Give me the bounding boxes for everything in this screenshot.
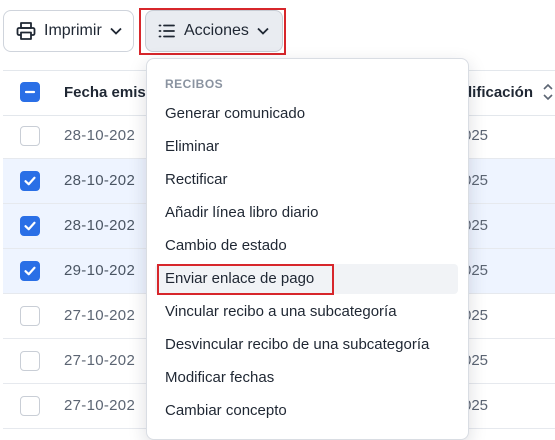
print-button-label: Imprimir: [44, 22, 102, 39]
menu-item[interactable]: Añadir línea libro diario: [155, 198, 458, 228]
cell-date: 28-10-202: [64, 127, 136, 144]
row-checkbox[interactable]: [20, 216, 40, 236]
actions-button-label: Acciones: [184, 22, 249, 39]
cell-date: 28-10-202: [64, 217, 136, 234]
cell-date: 27-10-202: [64, 397, 136, 414]
menu-item[interactable]: Eliminar: [155, 132, 458, 162]
section-label-receipts: RECIBOS: [165, 77, 224, 91]
list-icon: [158, 23, 176, 39]
row-checkbox[interactable]: [20, 171, 40, 191]
chevron-down-icon: [110, 27, 122, 35]
row-checkbox[interactable]: [20, 261, 40, 281]
menu-item[interactable]: Vincular recibo a una subcategoría: [155, 297, 458, 327]
printer-icon: [16, 22, 36, 40]
row-checkbox[interactable]: [20, 396, 40, 416]
menu-item[interactable]: Rectificar: [155, 165, 458, 195]
row-checkbox[interactable]: [20, 306, 40, 326]
sort-icon[interactable]: [542, 83, 554, 106]
actions-button[interactable]: Acciones: [145, 10, 283, 52]
menu-item[interactable]: Desvincular recibo de una subcategoría: [155, 330, 458, 360]
select-all-checkbox[interactable]: [20, 82, 40, 102]
chevron-down-icon: [257, 27, 269, 35]
menu-item[interactable]: Cambio de estado: [155, 231, 458, 261]
menu-item[interactable]: Modificar fechas: [155, 363, 458, 393]
menu-item[interactable]: Generar comunicado: [155, 99, 458, 129]
row-checkbox[interactable]: [20, 126, 40, 146]
actions-dropdown-menu: RECIBOS Generar comunicado Eliminar Rectif…: [146, 58, 469, 440]
column-header-date[interactable]: Fecha emis: [64, 84, 146, 101]
menu-item[interactable]: Cambiar concepto: [155, 396, 458, 426]
cell-date: 29-10-202: [64, 262, 136, 279]
cell-date: 27-10-202: [64, 307, 136, 324]
menu-item[interactable]: Enviar enlace de pago: [155, 264, 458, 294]
row-checkbox[interactable]: [20, 351, 40, 371]
cell-date: 27-10-202: [64, 352, 136, 369]
cell-date: 28-10-202: [64, 172, 136, 189]
print-button[interactable]: Imprimir: [3, 10, 134, 52]
column-header-modified[interactable]: dificación: [463, 84, 533, 101]
